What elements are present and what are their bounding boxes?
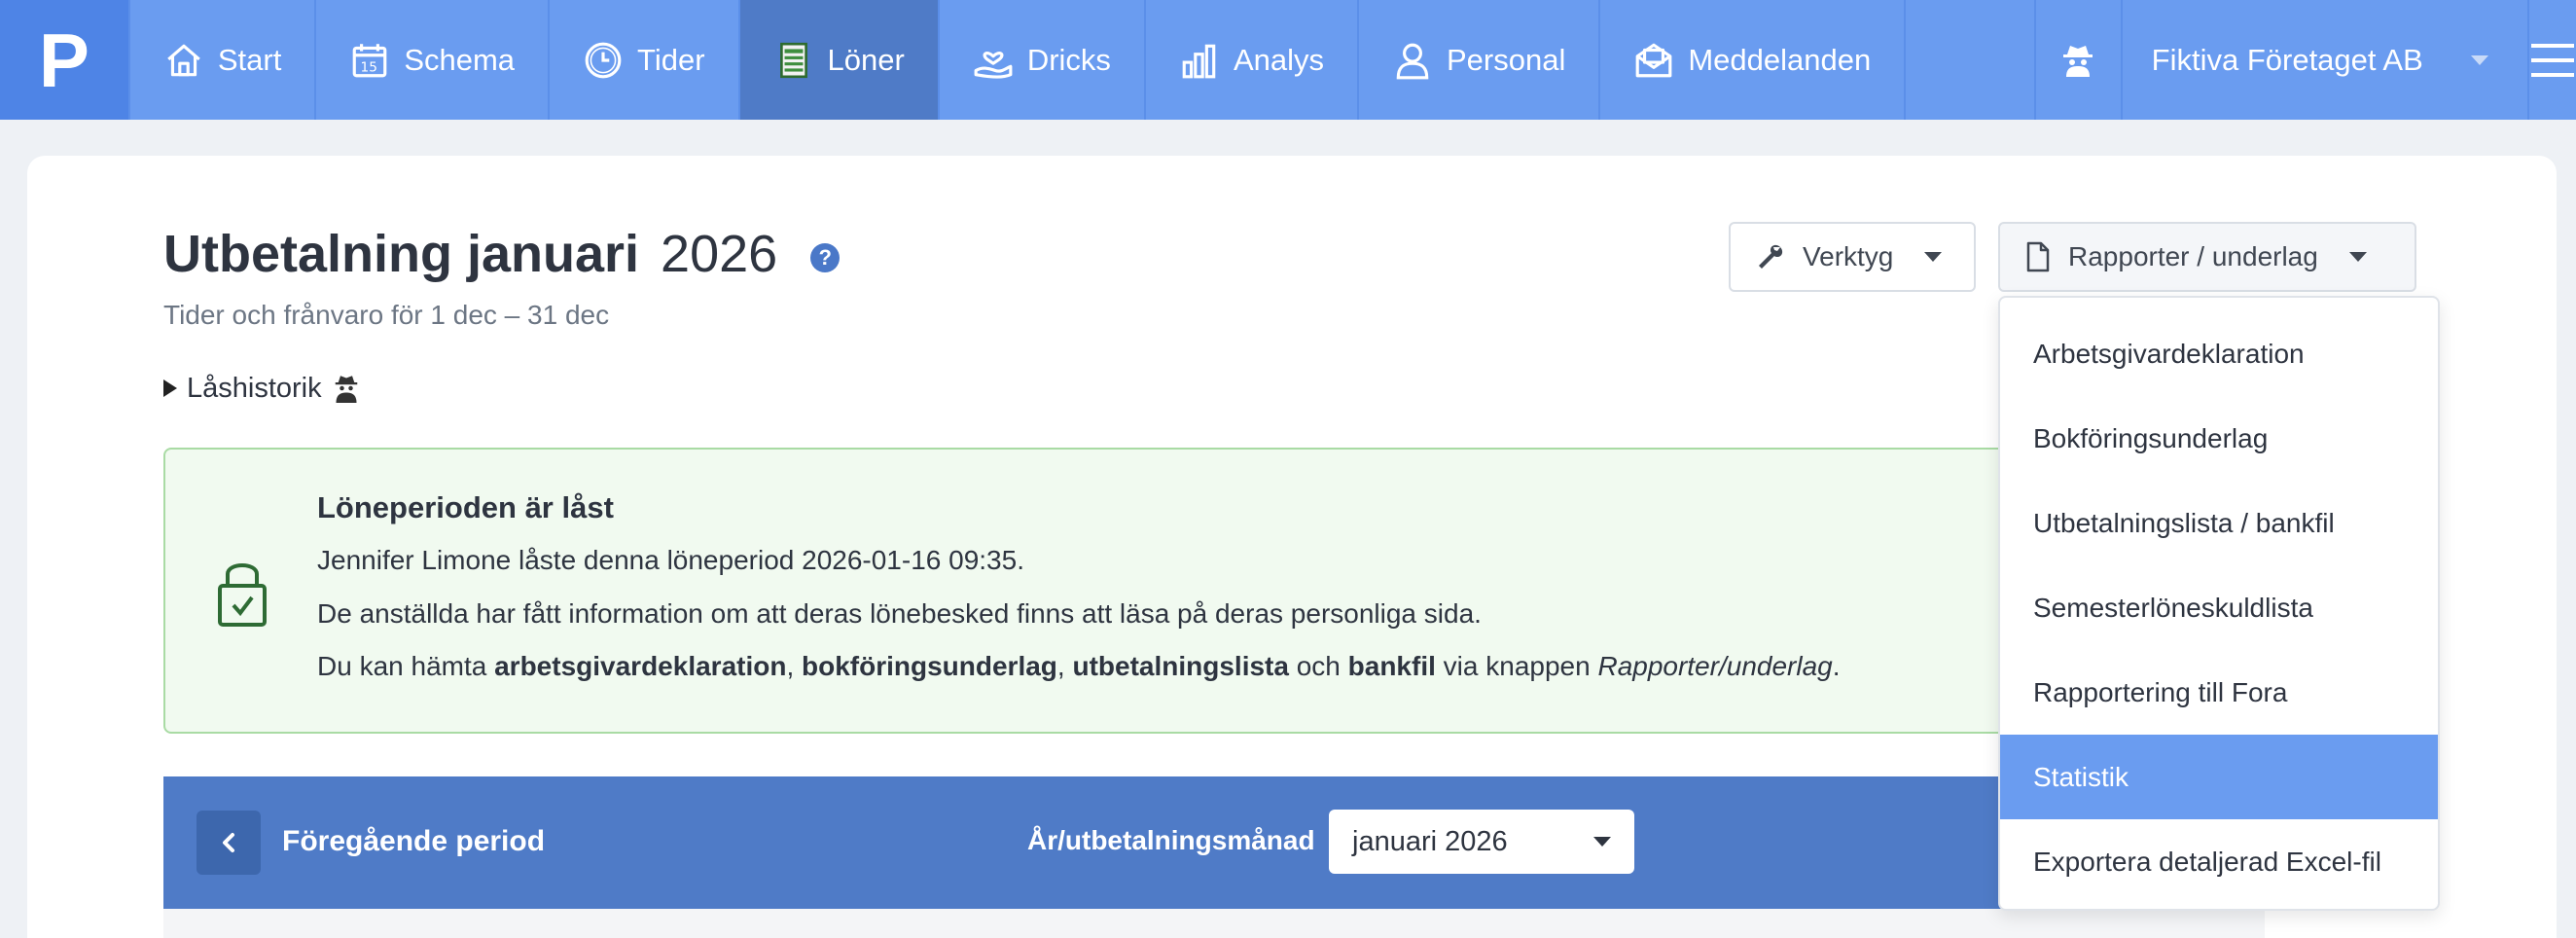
menu-item-utbetalningslista[interactable]: Utbetalningslista / bankfil xyxy=(2000,481,2438,565)
chevron-down-icon xyxy=(1924,252,1943,262)
menu-item-fora[interactable]: Rapportering till Fora xyxy=(2000,650,2438,735)
chevron-down-icon xyxy=(2348,252,2367,262)
help-icon[interactable]: ? xyxy=(810,243,841,272)
file-icon xyxy=(2026,241,2050,272)
nav-item-dricks[interactable]: Dricks xyxy=(940,0,1146,120)
nav-item-start[interactable]: Start xyxy=(130,0,317,120)
nav-spacer xyxy=(1906,0,2037,120)
table-header-strip xyxy=(163,909,2265,938)
page-title: Utbetalning januari 2026 ? xyxy=(163,224,841,284)
nav-label: Schema xyxy=(404,42,516,77)
hamburger-icon xyxy=(2531,43,2574,77)
nav-label: Personal xyxy=(1446,42,1566,77)
menu-item-statistik[interactable]: Statistik xyxy=(2000,735,2438,819)
nav-item-personal[interactable]: Personal xyxy=(1359,0,1601,120)
reports-label: Rapporter / underlag xyxy=(2068,241,2318,271)
lock-history-toggle[interactable]: Låshistorik xyxy=(163,372,361,405)
nav-item-meddelanden[interactable]: Meddelanden xyxy=(1600,0,1907,120)
tools-button[interactable]: Verktyg xyxy=(1729,222,1976,292)
nav-label: Löner xyxy=(827,42,905,77)
bold-term: utbetalningslista xyxy=(1072,651,1289,681)
text: , xyxy=(786,651,803,681)
company-name: Fiktiva Företaget AB xyxy=(2151,42,2423,77)
reports-dropdown-menu: Arbetsgivardeklaration Bokföringsunderla… xyxy=(1998,296,2440,911)
svg-text:15: 15 xyxy=(361,59,377,75)
calendar-icon: 15 xyxy=(352,43,387,77)
text: , xyxy=(1056,651,1073,681)
spy-mode-button[interactable] xyxy=(2036,0,2123,120)
chevron-down-icon xyxy=(2471,54,2488,65)
locked-info-line: Du kan hämta arbetsgivardeklaration, bok… xyxy=(317,651,1841,682)
bold-term: bankfil xyxy=(1347,651,1436,681)
chevron-down-icon xyxy=(1593,837,1611,847)
wrench-icon xyxy=(1759,244,1783,269)
bar-chart-icon xyxy=(1182,44,1216,78)
top-navigation: P Start 15 Schema Tider Löner Dricks Ana… xyxy=(0,0,2576,120)
month-label: År/utbetalningsmånad xyxy=(1027,825,1315,855)
lock-icon xyxy=(218,563,267,627)
locked-notice: Löneperioden är låst Jennifer Limone lås… xyxy=(163,448,2265,734)
month-value: januari 2026 xyxy=(1352,825,1508,857)
nav-label: Meddelanden xyxy=(1688,42,1872,77)
locked-info-line: Jennifer Limone låste denna löneperiod 2… xyxy=(317,545,1024,575)
page-title-year: 2026 xyxy=(661,225,778,283)
bold-term: arbetsgivardeklaration xyxy=(494,651,787,681)
menu-item-bokforingsunderlag[interactable]: Bokföringsunderlag xyxy=(2000,396,2438,481)
nav-item-analys[interactable]: Analys xyxy=(1146,0,1359,120)
hamburger-menu-button[interactable] xyxy=(2529,0,2576,120)
period-bar: Föregående period År/utbetalningsmånad j… xyxy=(163,776,2265,909)
mail-icon xyxy=(1635,43,1672,77)
locked-title: Löneperioden är låst xyxy=(317,490,614,524)
menu-item-arbetsgivardeklaration[interactable]: Arbetsgivardeklaration xyxy=(2000,311,2438,396)
text: via knappen xyxy=(1435,651,1598,681)
text: Du kan hämta xyxy=(317,651,495,681)
nav-item-loner[interactable]: Löner xyxy=(739,0,940,120)
disclosure-triangle-icon xyxy=(163,379,177,397)
hand-heart-icon xyxy=(974,51,1013,79)
nav-label: Dricks xyxy=(1026,42,1111,77)
previous-period-label[interactable]: Föregående period xyxy=(282,825,545,858)
nav-item-tider[interactable]: Tider xyxy=(550,0,740,120)
nav-label: Tider xyxy=(637,42,705,77)
app-logo[interactable]: P xyxy=(0,0,130,120)
tools-label: Verktyg xyxy=(1803,241,1894,271)
clock-icon xyxy=(585,42,622,78)
spy-icon xyxy=(335,376,357,403)
locked-info-line: De anställda har fått information om att… xyxy=(317,598,1482,629)
menu-item-semesterloneskuldlista[interactable]: Semesterlöneskuldlista xyxy=(2000,565,2438,650)
page-title-main: Utbetalning januari xyxy=(163,225,640,283)
company-selector[interactable]: Fiktiva Företaget AB xyxy=(2123,0,2529,120)
spy-icon xyxy=(2063,45,2093,77)
month-select[interactable]: januari 2026 xyxy=(1329,810,1634,874)
reports-button[interactable]: Rapporter / underlag xyxy=(1998,222,2416,292)
chevron-left-icon xyxy=(223,833,234,852)
text: och xyxy=(1288,651,1348,681)
lock-history-label: Låshistorik xyxy=(187,372,322,404)
document-icon xyxy=(779,42,807,78)
person-icon xyxy=(1396,43,1429,79)
page-subtitle: Tider och frånvaro för 1 dec – 31 dec xyxy=(163,300,610,330)
previous-period-button[interactable] xyxy=(197,811,261,875)
house-icon xyxy=(167,44,200,76)
italic-term: Rapporter/underlag xyxy=(1597,651,1833,681)
nav-item-schema[interactable]: 15 Schema xyxy=(316,0,551,120)
nav-label: Start xyxy=(217,42,282,77)
text: . xyxy=(1832,651,1841,681)
menu-item-excel-export[interactable]: Exportera detaljerad Excel-fil xyxy=(2000,819,2438,904)
logo-letter: P xyxy=(38,17,89,103)
bold-term: bokföringsunderlag xyxy=(802,651,1057,681)
nav-label: Analys xyxy=(1233,42,1324,77)
